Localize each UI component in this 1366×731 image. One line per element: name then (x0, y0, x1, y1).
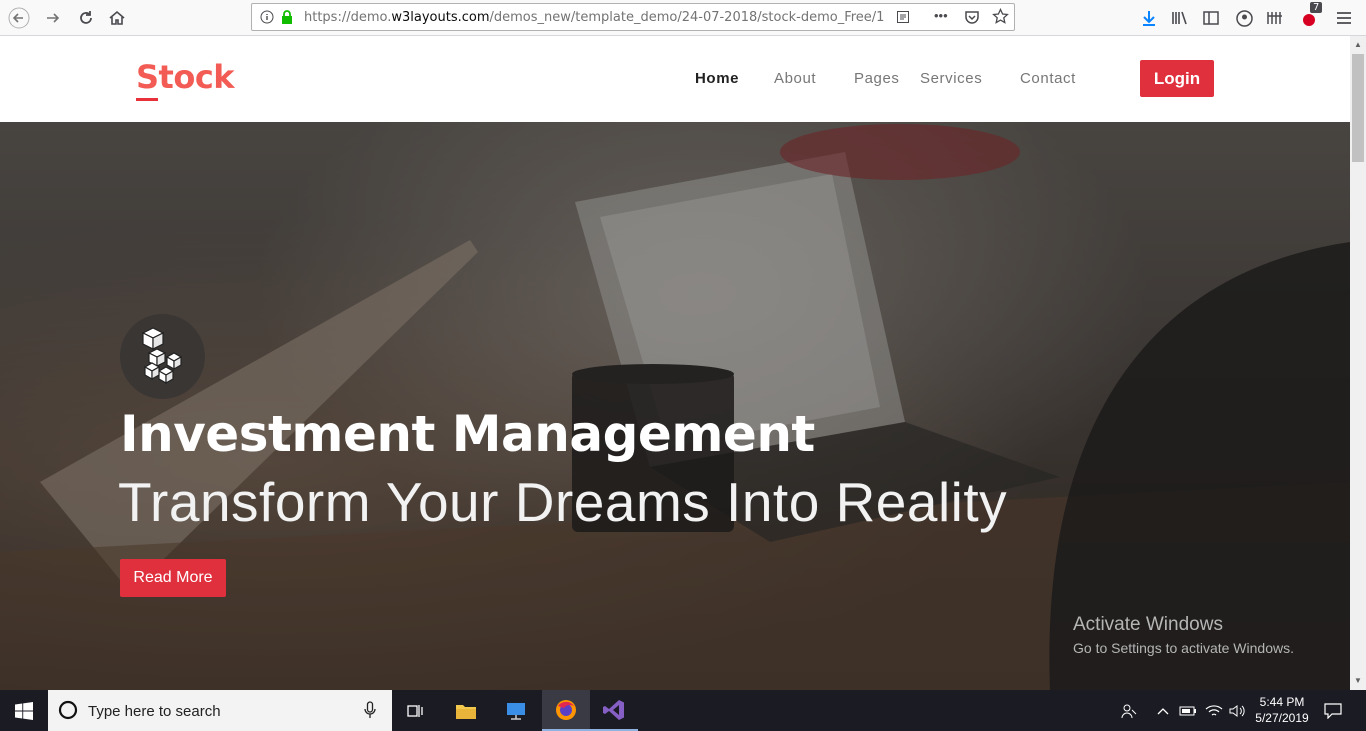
hero-title: Investment Management (120, 405, 815, 463)
nav-pages[interactable]: Pages (854, 70, 900, 87)
browser-toolbar: https://demo.w3layouts.com/demos_new/tem… (0, 0, 1366, 36)
notification-badge: 7 (1310, 2, 1323, 13)
bookmark-star-icon[interactable] (992, 7, 1009, 30)
task-view-icon[interactable] (392, 690, 440, 731)
web-page: Investment Management Transform Your Dre… (0, 36, 1350, 690)
taskbar-search-box[interactable]: Type here to search (48, 690, 392, 731)
login-button[interactable]: Login (1140, 60, 1214, 97)
site-logo[interactable]: Stock (136, 58, 235, 96)
activate-windows-subtitle: Go to Settings to activate Windows. (1073, 640, 1294, 656)
home-icon[interactable] (104, 5, 130, 31)
volume-icon[interactable] (1227, 690, 1247, 731)
windows-taskbar: Type here to search 5:44 PM 5/27/2019 (0, 690, 1366, 731)
pocket-icon[interactable] (964, 9, 980, 30)
nav-services[interactable]: Services (920, 70, 982, 87)
notifications-icon[interactable] (1322, 690, 1344, 731)
clock-date: 5/27/2019 (1255, 711, 1309, 725)
url-bar[interactable]: https://demo.w3layouts.com/demos_new/tem… (251, 3, 1015, 31)
reload-icon[interactable] (73, 5, 99, 31)
addon-icon[interactable]: 7 (1296, 2, 1323, 31)
system-clock[interactable]: 5:44 PM 5/27/2019 (1250, 694, 1314, 726)
people-icon[interactable] (1118, 690, 1140, 731)
menu-icon[interactable] (1331, 5, 1357, 31)
lock-icon[interactable] (280, 9, 294, 30)
library-icon[interactable] (1167, 5, 1193, 31)
nav-contact[interactable]: Contact (1020, 70, 1076, 87)
logo-underline (136, 98, 158, 101)
activate-windows-watermark: Activate Windows Go to Settings to activ… (1073, 614, 1294, 656)
scroll-up-icon[interactable]: ▲ (1354, 40, 1362, 49)
account-icon[interactable] (1231, 5, 1257, 31)
search-placeholder: Type here to search (88, 703, 221, 720)
scroll-thumb[interactable] (1352, 54, 1364, 162)
activate-windows-title: Activate Windows (1073, 614, 1223, 635)
chevron-up-icon[interactable] (1154, 690, 1172, 731)
sidebar-icon[interactable] (1198, 5, 1224, 31)
cubes-icon (120, 314, 205, 399)
extension-icon[interactable] (1262, 5, 1288, 31)
windows-start-icon[interactable] (0, 690, 48, 731)
nav-home[interactable]: Home (695, 70, 739, 87)
nav-about[interactable]: About (774, 70, 816, 87)
file-explorer-icon[interactable] (442, 690, 490, 731)
page-actions-icon[interactable]: ••• (934, 8, 948, 23)
clock-time: 5:44 PM (1259, 695, 1305, 709)
reader-view-icon[interactable] (896, 10, 910, 29)
forward-icon[interactable] (40, 5, 66, 31)
back-icon[interactable] (6, 5, 32, 31)
page-scrollbar[interactable]: ▲ ▼ (1350, 36, 1366, 690)
desktop-app-icon[interactable] (492, 690, 540, 731)
read-more-button[interactable]: Read More (120, 559, 226, 597)
downloads-icon[interactable] (1136, 5, 1162, 31)
wifi-icon[interactable] (1204, 690, 1224, 731)
firefox-icon[interactable] (542, 690, 590, 731)
microphone-icon[interactable] (364, 701, 376, 724)
scroll-down-icon[interactable]: ▼ (1354, 676, 1362, 685)
cortana-icon (58, 700, 78, 725)
hero-subtitle: Transform Your Dreams Into Reality (118, 471, 1008, 533)
battery-icon[interactable] (1178, 690, 1198, 731)
visual-studio-icon[interactable] (590, 690, 638, 731)
info-icon[interactable] (260, 10, 274, 29)
site-header: Stock Home About Pages Services Contact … (120, 36, 1230, 122)
hero-banner: Investment Management Transform Your Dre… (0, 122, 1350, 690)
url-text[interactable]: https://demo.w3layouts.com/demos_new/tem… (304, 10, 884, 25)
